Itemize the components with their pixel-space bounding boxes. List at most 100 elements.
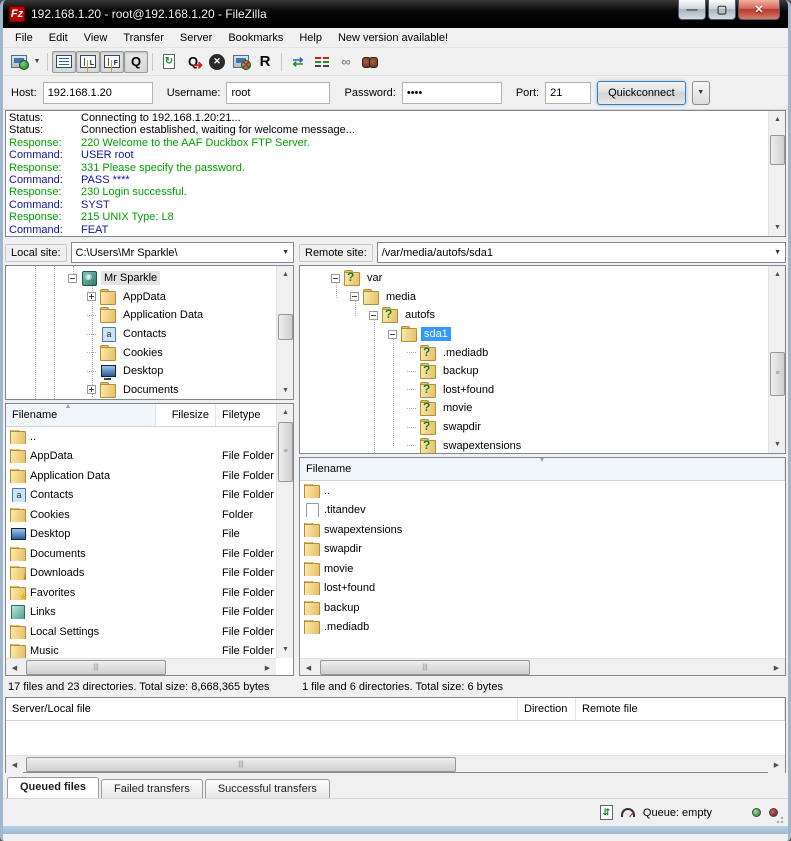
expand-icon[interactable] [87,292,96,301]
file-row[interactable]: AppDataFile Folder [6,447,276,467]
expand-icon[interactable] [87,385,96,394]
tree-item-appdata[interactable]: AppData [6,288,293,307]
filename-filters-button[interactable]: ∞ [334,51,358,73]
scroll-up-arrow[interactable]: ▲ [769,111,786,128]
scroll-up-arrow[interactable]: ▲ [277,266,294,283]
title-bar[interactable]: Fz 192.168.1.20 - root@192.168.1.20 - Fi… [3,0,788,28]
maximize-button[interactable]: ▢ [708,0,736,20]
scrollbar-thumb[interactable]: ||| [26,757,456,772]
collapse-icon[interactable] [331,274,340,283]
file-row[interactable]: swapdir [300,540,785,560]
tree-item-media[interactable]: media [300,288,785,307]
tab-successful-transfers[interactable]: Successful transfers [205,779,330,798]
remote-tree-scrollbar[interactable]: ▲ ≡ ▼ [768,266,785,453]
toggle-local-tree-button[interactable]: L [76,51,100,73]
quickconnect-dropdown[interactable]: ▼ [692,81,710,105]
scrollbar-thumb[interactable]: ≡ [278,422,293,482]
quickconnect-button[interactable]: Quickconnect [597,81,686,105]
local-tree-scrollbar[interactable]: ▲ ▼ [276,266,293,399]
file-row[interactable]: DocumentsFile Folder [6,544,276,564]
collapse-icon[interactable] [68,274,77,283]
column-header-filesize[interactable]: Filesize [156,404,216,426]
collapse-icon[interactable] [388,330,397,339]
collapse-icon[interactable] [369,311,378,320]
scroll-up-arrow[interactable]: ▲ [277,404,294,421]
scroll-up-arrow[interactable]: ▲ [769,266,786,283]
file-row[interactable]: ↓DownloadsFile Folder [6,564,276,584]
combo-dropdown-icon[interactable]: ▼ [774,249,781,256]
file-row[interactable]: backup [300,598,785,618]
tree-item-mr-sparkle[interactable]: Mr Sparkle [6,269,293,288]
tree-item-movie[interactable]: ?movie [300,399,785,418]
file-search-button[interactable] [358,51,382,73]
site-manager-button[interactable] [7,51,31,73]
disconnect-button[interactable]: ✕ [229,51,253,73]
combo-dropdown-icon[interactable]: ▼ [282,249,289,256]
file-row[interactable]: .. [300,481,785,501]
remote-site-combo[interactable]: /var/media/autofs/sda1 ▼ [377,242,786,263]
file-row[interactable]: MusicFile Folder [6,642,276,659]
tree-item-swapdir[interactable]: ?swapdir [300,418,785,437]
scroll-down-arrow[interactable]: ▼ [277,382,294,399]
menu-edit[interactable]: Edit [41,30,76,46]
tree-item-swapextensions[interactable]: ?swapextensions [300,436,785,454]
menu-server[interactable]: Server [172,30,220,46]
tree-item-sda1[interactable]: sda1 [300,325,785,344]
username-input[interactable] [226,82,330,104]
menu-file[interactable]: File [7,30,41,46]
scrollbar-thumb[interactable]: ||| [26,660,166,675]
scroll-right-arrow[interactable]: ▶ [259,659,276,676]
process-queue-button[interactable]: Q➜ [181,51,205,73]
directory-comparison-button[interactable] [310,51,334,73]
file-row[interactable]: DesktopFile [6,525,276,545]
toggle-message-log-button[interactable] [52,51,76,73]
menu-view[interactable]: View [76,30,116,46]
password-input[interactable] [402,82,502,104]
tree-item-documents[interactable]: Documents [6,381,293,400]
tree-item-backup[interactable]: ?backup [300,362,785,381]
log-scrollbar[interactable]: ▲ ▼ [768,111,785,236]
transfer-type-icon[interactable]: ⇵ [600,805,613,820]
cancel-button[interactable]: ✕ [205,51,229,73]
tab-failed-transfers[interactable]: Failed transfers [101,779,203,798]
tree-item-desktop[interactable]: Desktop [6,362,293,381]
scroll-down-arrow[interactable]: ▼ [277,641,294,658]
tree-item-mediadb[interactable]: ?.mediadb [300,343,785,362]
column-header-filename[interactable]: ▼Filename [300,458,785,480]
file-row[interactable]: Application DataFile Folder [6,466,276,486]
file-row[interactable]: .titandev [300,501,785,521]
menu-new-version[interactable]: New version available! [330,30,456,46]
tree-item-downloads[interactable]: ↓Downloads [6,399,293,400]
host-input[interactable] [43,82,153,104]
scrollbar-thumb[interactable] [278,314,293,340]
scroll-left-arrow[interactable]: ◀ [6,659,23,676]
file-row[interactable]: .mediadb [300,618,785,638]
file-row[interactable]: movie [300,559,785,579]
reconnect-button[interactable]: R [253,51,277,73]
file-row[interactable]: ★FavoritesFile Folder [6,583,276,603]
scroll-left-arrow[interactable]: ◀ [300,659,317,676]
scroll-down-arrow[interactable]: ▼ [769,436,786,453]
scrollbar-thumb[interactable]: ||| [320,660,530,675]
column-header-direction[interactable]: Direction [518,698,576,720]
synchronized-browsing-button[interactable]: ⇄ [286,51,310,73]
tree-item-cookies[interactable]: Cookies [6,343,293,362]
tree-item-application-data[interactable]: Application Data [6,306,293,325]
scroll-down-arrow[interactable]: ▼ [769,219,786,236]
file-row[interactable]: LinksFile Folder [6,603,276,623]
file-row[interactable]: Local SettingsFile Folder [6,622,276,642]
tree-item-var[interactable]: ?var [300,269,785,288]
minimize-button[interactable]: — [678,0,706,20]
scroll-right-arrow[interactable]: ▶ [768,659,785,676]
remote-list-hscrollbar[interactable]: ◀ ||| ▶ [300,658,785,675]
speed-limits-icon[interactable] [621,808,635,817]
toggle-queue-button[interactable]: Q [124,51,148,73]
column-header-remote-file[interactable]: Remote file [576,698,785,720]
menu-transfer[interactable]: Transfer [115,30,172,46]
scrollbar-thumb[interactable]: ≡ [770,352,785,396]
local-site-combo[interactable]: C:\Users\Mr Sparkle\ ▼ [71,242,294,263]
tree-item-contacts[interactable]: Contacts [6,325,293,344]
file-row[interactable]: ContactsFile Folder [6,486,276,506]
column-header-filename[interactable]: ▲Filename [6,404,156,426]
resize-grip[interactable] [776,814,786,824]
